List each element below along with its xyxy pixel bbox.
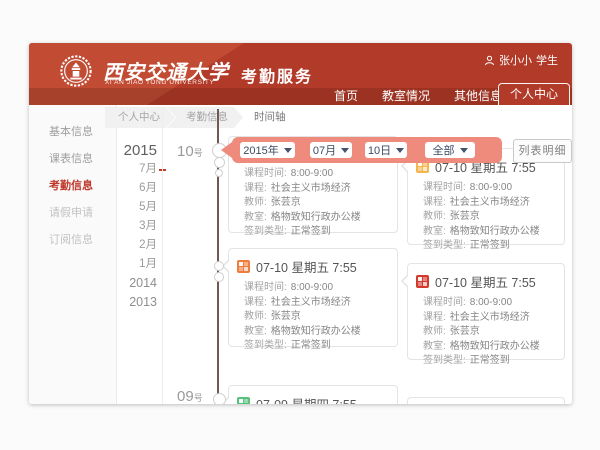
- nav-item-classrooms[interactable]: 教室情况: [382, 88, 430, 105]
- user-role: 学生: [536, 52, 558, 68]
- rail-divider: [162, 107, 163, 404]
- attendance-card[interactable]: 07-10 星期五 7:55 课程时间:8:00-9:00 课程:社会主义市场经…: [407, 263, 565, 360]
- timeline-node: [214, 261, 224, 271]
- day-marker-09: 09号: [177, 388, 203, 404]
- year-item-2015[interactable]: 2015: [84, 141, 157, 160]
- user-name: 张小小: [499, 52, 532, 68]
- status-icon-normal: [237, 397, 250, 404]
- person-icon: [484, 55, 495, 66]
- year-item-2013[interactable]: 2013: [84, 293, 157, 312]
- app-title: 考勤服务: [241, 63, 313, 87]
- caret-down-icon: [460, 148, 468, 153]
- year-item-2014[interactable]: 2014: [84, 274, 157, 293]
- app-window: 西安交通大学 XI'AN JIAO TONG UNIVERSITY 考勤服务 张…: [29, 43, 572, 404]
- month-item-mar[interactable]: 3月: [84, 217, 157, 236]
- timeline-node: [214, 272, 224, 282]
- attendance-card[interactable]: 07-09 星期四 7:55: [228, 385, 398, 404]
- month-dropdown[interactable]: 07月: [310, 142, 352, 158]
- list-detail-button[interactable]: 列表明细: [513, 139, 572, 163]
- card-date: 07-09 星期四 7:55: [256, 394, 357, 404]
- month-item-feb[interactable]: 2月: [84, 236, 157, 255]
- category-dropdown[interactable]: 全部: [425, 142, 475, 158]
- breadcrumb-personal-center[interactable]: 个人中心: [105, 107, 175, 128]
- status-icon-absent: [416, 275, 429, 288]
- month-item-jun[interactable]: 6月: [84, 179, 157, 198]
- status-icon-late: [237, 260, 250, 273]
- timeline-node: [214, 157, 225, 168]
- month-item-jul[interactable]: 7月: [84, 160, 157, 179]
- filter-bar: 2015年 07月 10日 全部: [232, 137, 502, 163]
- attendance-card[interactable]: 07-10 星期五 7:55 课程时间:8:00-9:00 课程:社会主义市场经…: [228, 248, 398, 347]
- breadcrumb-timeline[interactable]: 时间轴: [235, 107, 301, 128]
- university-logo-icon: [59, 54, 93, 88]
- user-info[interactable]: 张小小 学生: [484, 52, 558, 68]
- app-header: 西安交通大学 XI'AN JIAO TONG UNIVERSITY 考勤服务 张…: [29, 43, 572, 105]
- main-nav: 首页 教室情况 其他信息: [334, 88, 502, 105]
- attendance-card[interactable]: [407, 397, 565, 404]
- month-item-jan[interactable]: 1月: [84, 255, 157, 274]
- content-area: 基本信息 课表信息 考勤信息 请假申请 订阅信息 个人中心 考勤信息 时间轴 2…: [29, 105, 572, 404]
- university-name-en: XI'AN JIAO TONG UNIVERSITY: [105, 79, 214, 86]
- timeline-node: [213, 393, 226, 404]
- nav-item-home[interactable]: 首页: [334, 88, 358, 105]
- breadcrumb: 个人中心 考勤信息 时间轴: [105, 107, 301, 128]
- breadcrumb-attendance-info[interactable]: 考勤信息: [167, 107, 243, 128]
- day-marker-10: 10号: [177, 143, 203, 161]
- caret-down-icon: [341, 148, 349, 153]
- month-item-may[interactable]: 5月: [84, 198, 157, 217]
- filter-bar-arrow: [221, 142, 232, 158]
- caret-down-icon: [396, 148, 404, 153]
- card-arrow: [401, 274, 408, 288]
- year-dropdown[interactable]: 2015年: [240, 142, 295, 158]
- nav-item-other-info[interactable]: 其他信息: [454, 88, 502, 105]
- caret-down-icon: [284, 148, 292, 153]
- card-date: 07-10 星期五 7:55: [256, 257, 357, 276]
- page: 西安交通大学 XI'AN JIAO TONG UNIVERSITY 考勤服务 张…: [0, 0, 600, 450]
- timeline-node: [215, 169, 223, 177]
- day-dropdown[interactable]: 10日: [365, 142, 407, 158]
- card-date: 07-10 星期五 7:55: [435, 272, 536, 291]
- nav-item-personal-center-active[interactable]: 个人中心: [498, 83, 570, 105]
- year-month-rail: 2015 7月 6月 5月 3月 2月 1月 2014 2013: [84, 141, 157, 312]
